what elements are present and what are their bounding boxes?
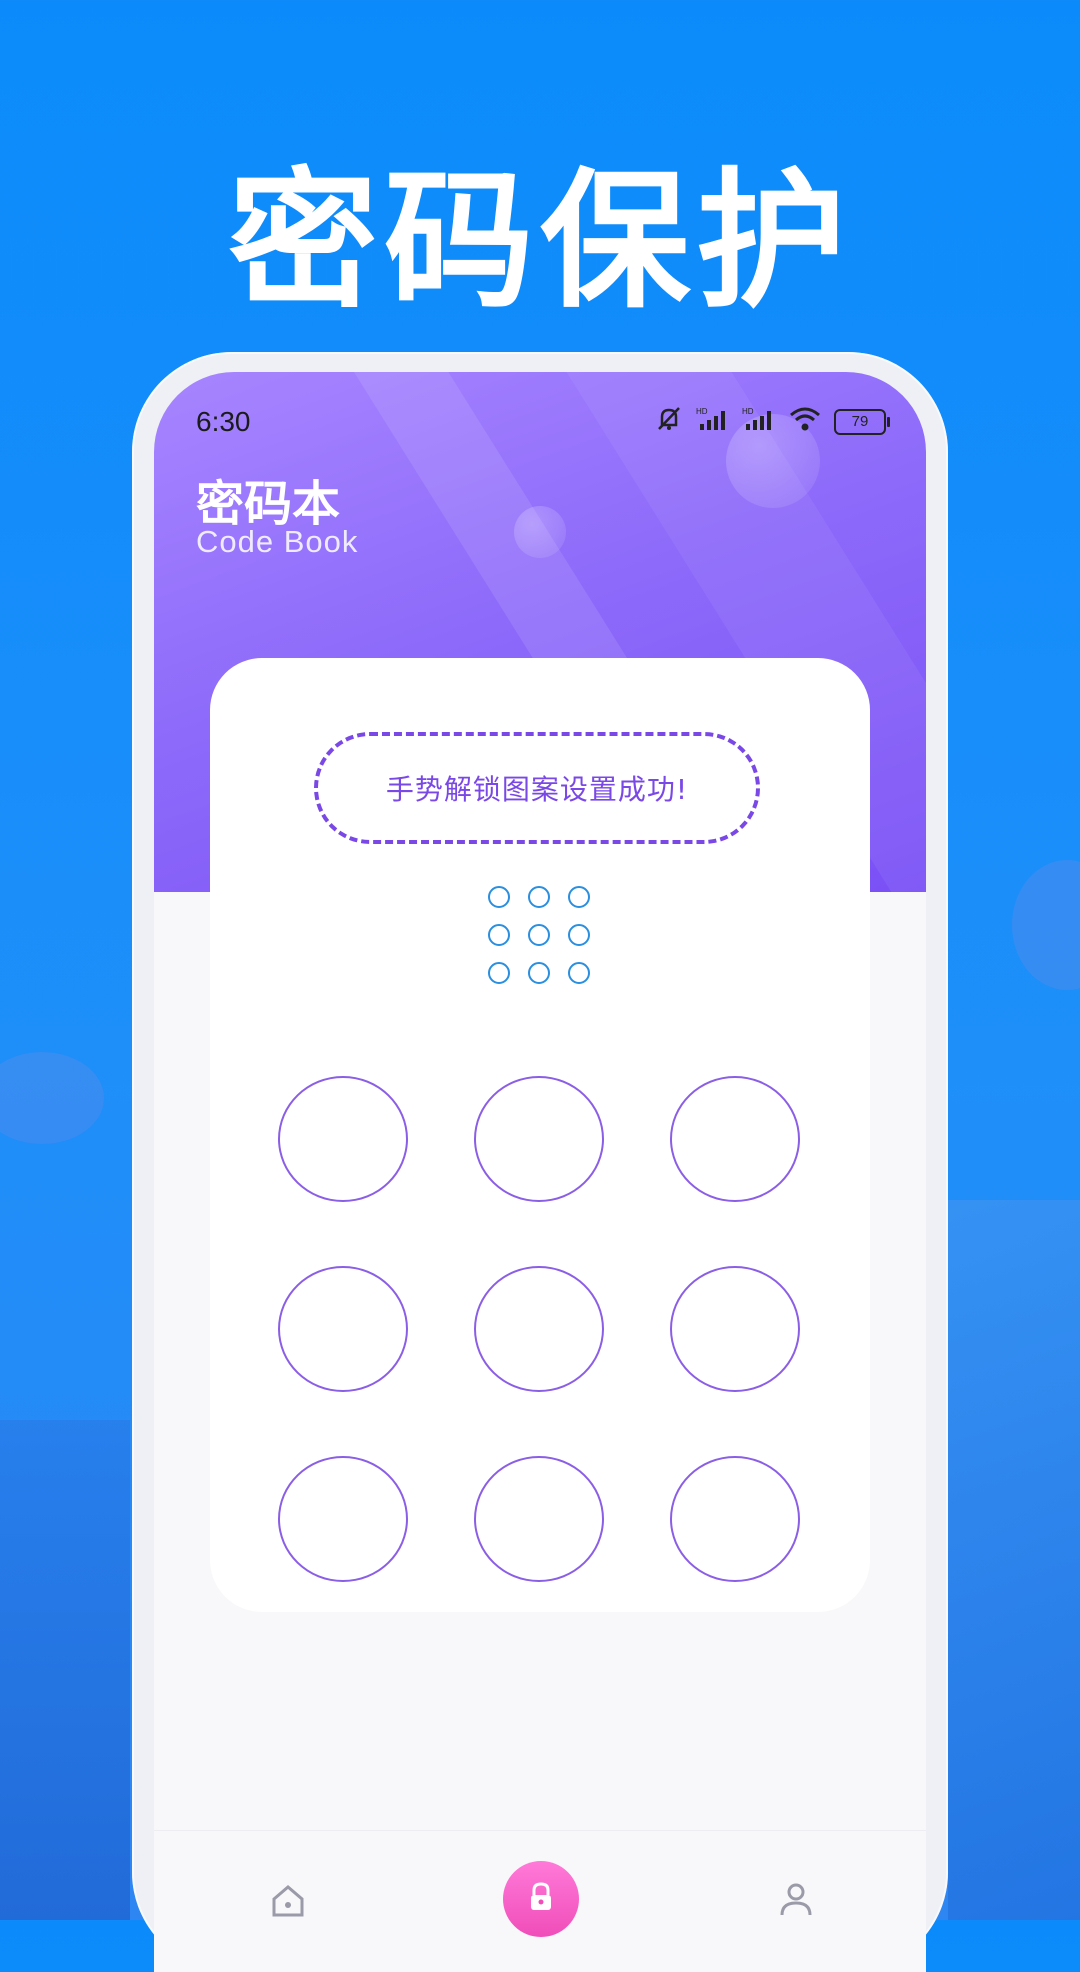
preview-dot: [568, 962, 590, 984]
status-time: 6:30: [196, 406, 251, 437]
gesture-node-7[interactable]: [278, 1456, 408, 1582]
preview-dot: [488, 924, 510, 946]
gesture-node-2[interactable]: [474, 1076, 604, 1202]
gesture-node-4[interactable]: [278, 1266, 408, 1392]
gesture-node-9[interactable]: [670, 1456, 800, 1582]
mute-icon: [654, 405, 684, 440]
hd-signal-icon: HD: [742, 406, 776, 439]
phone-screen: 6:30 HD HD 79 密码本 Code Book 手势解锁图案设置成功!: [154, 372, 926, 1972]
preview-dot: [568, 886, 590, 908]
page-headline: 密码保护: [227, 155, 852, 329]
wifi-icon: [788, 406, 822, 439]
tab-profile[interactable]: [766, 1871, 826, 1931]
gesture-node-1[interactable]: [278, 1076, 408, 1202]
preview-dot: [528, 962, 550, 984]
svg-text:HD: HD: [742, 407, 754, 416]
status-bar: 6:30 HD HD 79: [196, 402, 890, 442]
gesture-node-5[interactable]: [474, 1266, 604, 1392]
status-icons: HD HD 79: [654, 405, 890, 440]
background-building-right: [948, 1200, 1080, 1920]
lock-icon: [524, 1880, 558, 1918]
preview-dot: [488, 962, 510, 984]
gesture-success-message: 手势解锁图案设置成功!: [314, 732, 760, 844]
hd-signal-icon: HD: [696, 406, 730, 439]
background-building-left: [0, 1420, 130, 1920]
gesture-node-6[interactable]: [670, 1266, 800, 1392]
gesture-card: 手势解锁图案设置成功!: [210, 658, 870, 1612]
gesture-node-3[interactable]: [670, 1076, 800, 1202]
tab-home[interactable]: [258, 1871, 318, 1931]
background-bubble-left: [0, 1052, 104, 1144]
battery-icon: 79: [834, 409, 890, 435]
preview-dot: [488, 886, 510, 908]
svg-text:HD: HD: [696, 407, 708, 416]
app-subtitle: Code Book: [196, 524, 359, 559]
bottom-tabbar: [154, 1830, 926, 1972]
home-icon: [268, 1879, 308, 1923]
preview-dot: [528, 886, 550, 908]
tab-lock[interactable]: [503, 1861, 579, 1937]
gesture-success-text: 手势解锁图案设置成功!: [385, 773, 689, 806]
gesture-node-8[interactable]: [474, 1456, 604, 1582]
gesture-preview-grid: [488, 886, 598, 996]
preview-dot: [568, 924, 590, 946]
user-icon: [776, 1879, 816, 1923]
background-bubble-right: [1012, 860, 1080, 990]
preview-dot: [528, 924, 550, 946]
